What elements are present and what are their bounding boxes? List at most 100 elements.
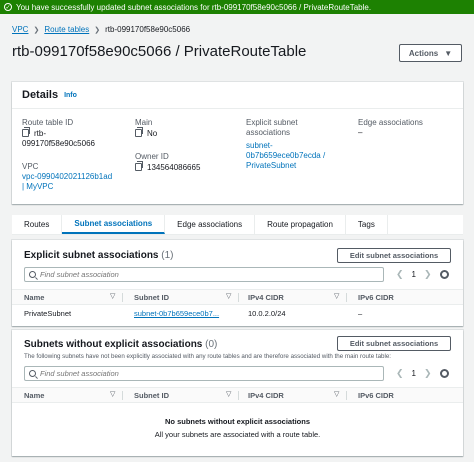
col-ipv4[interactable]: IPv4 CIDR xyxy=(248,293,284,302)
details-title: Details xyxy=(22,89,59,101)
tab-subnet-associations[interactable]: Subnet associations xyxy=(62,215,166,234)
empty-state-subtitle: All your subnets are associated with a r… xyxy=(154,430,321,439)
col-name[interactable]: Name xyxy=(24,293,44,302)
detail-tabs: Routes Subnet associations Edge associat… xyxy=(12,215,463,235)
route-table-id-field: Route table ID rtb- 099170f58e90c5066 xyxy=(22,118,95,149)
breadcrumb: VPC ❯ Route tables ❯ rtb-099170f58e90c50… xyxy=(12,25,190,34)
without-search-box xyxy=(24,366,384,381)
sort-icon[interactable]: ▽ xyxy=(334,390,339,398)
sort-icon[interactable]: ▽ xyxy=(334,292,339,300)
gear-icon[interactable] xyxy=(440,369,449,378)
info-link[interactable]: Info xyxy=(64,92,77,99)
col-ipv4[interactable]: IPv4 CIDR xyxy=(248,391,284,400)
column-divider xyxy=(122,391,123,400)
vpc-link-name[interactable]: | MyVPC xyxy=(22,182,112,192)
route-table-id-value-1: rtb- xyxy=(34,129,46,138)
sort-icon[interactable]: ▽ xyxy=(110,292,115,300)
success-banner: ✓ You have successfully updated subnet a… xyxy=(0,0,474,14)
breadcrumb-current: rtb-099170f58e90c5066 xyxy=(105,25,191,34)
vpc-field: VPC vpc-0990402021126b1ad | MyVPC xyxy=(22,162,112,192)
vpc-label: VPC xyxy=(22,162,39,171)
edge-label: Edge associations xyxy=(358,118,423,127)
route-table-id-value-2: 099170f58e90c5066 xyxy=(22,139,95,148)
column-divider xyxy=(238,293,239,302)
column-divider xyxy=(346,293,347,302)
explicit-subnet-link-3[interactable]: PrivateSubnet xyxy=(246,161,325,171)
without-table-header: Name ▽ Subnet ID ▽ IPv4 CIDR ▽ IPv6 CIDR xyxy=(12,387,463,403)
explicit-subnet-link-2[interactable]: 0b7b659ece0b7ecda / xyxy=(246,151,325,161)
explicit-title-text: Explicit subnet associations xyxy=(24,250,159,261)
column-divider xyxy=(238,391,239,400)
success-check-icon: ✓ xyxy=(4,3,12,11)
chevron-right-icon: ❯ xyxy=(33,26,40,34)
page-title: rtb-099170f58e90c5066 / PrivateRouteTabl… xyxy=(12,43,307,60)
col-subnet-id[interactable]: Subnet ID xyxy=(134,391,169,400)
explicit-pagination: ❮ 1 ❯ xyxy=(396,269,432,280)
owner-value: 134564086665 xyxy=(147,163,201,172)
breadcrumb-route-tables-link[interactable]: Route tables xyxy=(44,25,89,34)
prev-page-icon[interactable]: ❮ xyxy=(396,368,404,379)
edit-subnet-associations-button[interactable]: Edit subnet associations xyxy=(337,248,451,263)
prev-page-icon[interactable]: ❮ xyxy=(396,269,404,280)
explicit-subnet-link[interactable]: subnet- xyxy=(246,141,325,151)
without-title-text: Subnets without explicit associations xyxy=(24,339,203,350)
edge-associations-field: Edge associations – xyxy=(358,118,423,138)
cell-ipv6: – xyxy=(358,309,363,318)
empty-state-title: No subnets without explicit associations xyxy=(164,417,311,426)
sort-icon[interactable]: ▽ xyxy=(110,390,115,398)
search-icon xyxy=(29,370,36,377)
explicit-associations-field: Explicit subnet associations subnet- 0b7… xyxy=(246,118,325,171)
col-ipv6[interactable]: IPv6 CIDR xyxy=(358,391,394,400)
copy-icon[interactable] xyxy=(135,127,143,137)
tab-routes[interactable]: Routes xyxy=(12,215,63,234)
chevron-right-icon: ❯ xyxy=(94,26,101,34)
owner-field: Owner ID 134564086665 xyxy=(135,152,200,173)
explicit-search-input[interactable] xyxy=(40,270,370,279)
edge-value: – xyxy=(358,128,363,137)
without-count: (0) xyxy=(205,339,218,350)
without-search-input[interactable] xyxy=(40,369,370,378)
without-associations-title: Subnets without explicit associations (0… xyxy=(24,339,217,350)
explicit-label-1: Explicit subnet xyxy=(246,118,298,127)
col-ipv6[interactable]: IPv6 CIDR xyxy=(358,293,394,302)
column-divider xyxy=(346,391,347,400)
tab-tags[interactable]: Tags xyxy=(346,215,388,234)
explicit-associations-title: Explicit subnet associations (1) xyxy=(24,250,174,261)
copy-icon[interactable] xyxy=(22,127,30,137)
gear-icon[interactable] xyxy=(440,270,449,279)
caret-down-icon: ▼ xyxy=(444,48,453,58)
explicit-associations-panel: Explicit subnet associations (1) Edit su… xyxy=(12,240,463,326)
tab-route-propagation[interactable]: Route propagation xyxy=(255,215,346,234)
next-page-icon[interactable]: ❯ xyxy=(424,368,432,379)
table-row[interactable]: PrivateSubnet subnet-0b7b659ece0b7... 10… xyxy=(12,306,463,322)
copy-icon[interactable] xyxy=(135,161,143,171)
sort-icon[interactable]: ▽ xyxy=(226,292,231,300)
next-page-icon[interactable]: ❯ xyxy=(424,269,432,280)
main-field: Main No xyxy=(135,118,157,139)
success-message: You have successfully updated subnet ass… xyxy=(16,2,372,12)
page-number[interactable]: 1 xyxy=(412,369,416,378)
cell-subnet-id-link[interactable]: subnet-0b7b659ece0b7... xyxy=(134,309,219,318)
tab-edge-associations[interactable]: Edge associations xyxy=(165,215,256,234)
main-value: No xyxy=(147,129,158,138)
explicit-label-2: associations xyxy=(246,128,291,137)
owner-label: Owner ID xyxy=(135,152,169,161)
edit-subnet-associations-button-2[interactable]: Edit subnet associations xyxy=(337,336,451,351)
vpc-link[interactable]: vpc-0990402021126b1ad xyxy=(22,172,112,182)
route-table-id-label: Route table ID xyxy=(22,118,74,127)
actions-label: Actions xyxy=(408,48,439,58)
search-icon xyxy=(29,271,36,278)
col-name[interactable]: Name xyxy=(24,391,44,400)
explicit-search-box xyxy=(24,267,384,282)
explicit-count: (1) xyxy=(161,250,174,261)
col-subnet-id[interactable]: Subnet ID xyxy=(134,293,169,302)
details-panel: Details Info Route table ID rtb- 099170f… xyxy=(12,82,463,204)
page-number[interactable]: 1 xyxy=(412,270,416,279)
column-divider xyxy=(122,293,123,302)
actions-dropdown-button[interactable]: Actions ▼ xyxy=(399,44,462,62)
breadcrumb-vpc-link[interactable]: VPC xyxy=(12,25,28,34)
sort-icon[interactable]: ▽ xyxy=(226,390,231,398)
cell-name: PrivateSubnet xyxy=(24,309,72,318)
cell-ipv4: 10.0.2.0/24 xyxy=(248,309,286,318)
without-pagination: ❮ 1 ❯ xyxy=(396,368,432,379)
